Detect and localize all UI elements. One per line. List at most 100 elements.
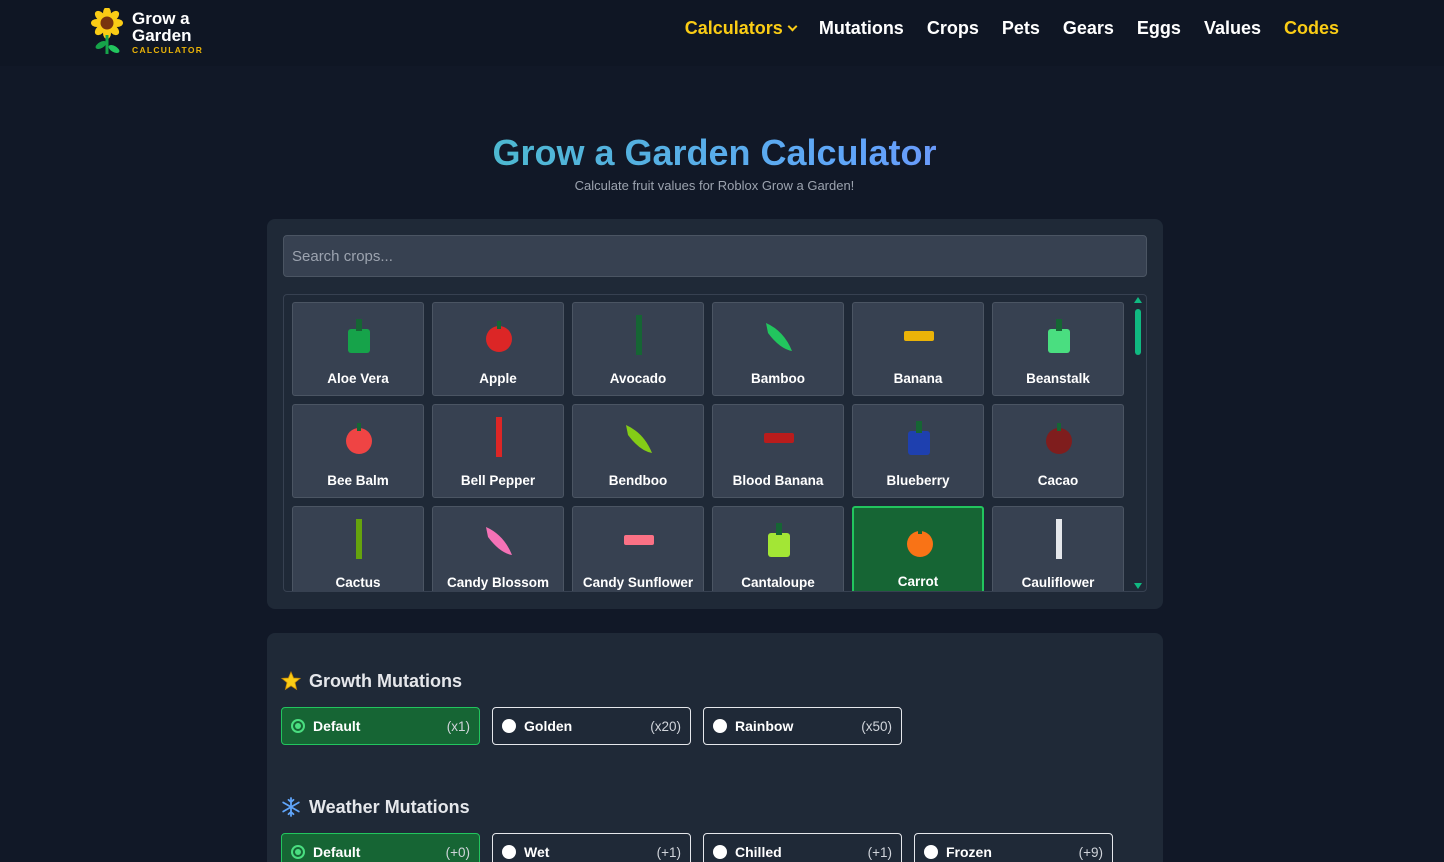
crop-image xyxy=(904,331,934,341)
mutation-label: Default xyxy=(313,718,361,734)
nav-calculators-label: Calculators xyxy=(684,18,783,38)
crop-tile[interactable]: Bell Pepper xyxy=(432,404,564,498)
sunflower-icon xyxy=(91,8,123,54)
crop-tile[interactable]: Cactus xyxy=(292,506,424,591)
crop-image xyxy=(624,535,654,545)
nav-pets[interactable]: Pets xyxy=(1002,18,1040,39)
crop-tile-label: Candy Blossom xyxy=(446,575,550,590)
crop-image xyxy=(496,417,502,457)
weather-mutation-option[interactable]: Chilled (+1) xyxy=(703,833,902,862)
crop-image xyxy=(486,527,512,555)
weather-mutation-option[interactable]: Default (+0) xyxy=(281,833,480,862)
radio-button[interactable] xyxy=(502,845,516,859)
main-nav: Calculators Mutations Crops Pets Gears E… xyxy=(685,18,1339,39)
growth-mutations-heading: Growth Mutations xyxy=(281,669,1147,693)
crop-tile[interactable]: Bendboo xyxy=(572,404,704,498)
crop-tile-label: Bamboo xyxy=(751,371,805,386)
nav-eggs[interactable]: Eggs xyxy=(1137,18,1181,39)
nav-codes[interactable]: Codes xyxy=(1284,18,1339,39)
growth-mutations-title: Growth Mutations xyxy=(309,670,462,691)
crop-tile[interactable]: Banana xyxy=(852,302,984,396)
crop-tile[interactable]: Candy Blossom xyxy=(432,506,564,591)
page-subtitle: Calculate fruit values for Roblox Grow a… xyxy=(574,178,855,193)
star-icon xyxy=(281,671,301,691)
logo-line-1: Grow a xyxy=(132,8,190,28)
weather-mutation-options: Default (+0) Wet (+1) Chilled (+1) Frozen (+9) xyxy=(281,833,1147,862)
crop-image xyxy=(346,423,372,454)
crop-tile-label: Bendboo xyxy=(608,473,668,488)
crop-search-input[interactable] xyxy=(283,235,1147,277)
nav-mutations[interactable]: Mutations xyxy=(819,18,904,39)
crop-tile[interactable]: Cantaloupe xyxy=(712,506,844,591)
mutation-label: Wet xyxy=(524,844,550,860)
radio-button[interactable] xyxy=(291,845,305,859)
mutation-multiplier: (x1) xyxy=(446,718,470,734)
crop-grid: Aloe Vera Apple Avocado Bamboo Banana Beansta… xyxy=(292,302,1124,591)
crop-image xyxy=(348,319,370,353)
growth-mutation-option[interactable]: Rainbow (x50) xyxy=(703,707,902,745)
logo-text: Grow a Garden CALCULATOR xyxy=(132,10,203,55)
crop-tile-label: Banana xyxy=(893,371,943,386)
weather-mutation-option[interactable]: Wet (+1) xyxy=(492,833,691,862)
radio-button[interactable] xyxy=(291,719,305,733)
mutation-label: Rainbow xyxy=(735,718,794,734)
logo-line-2: Garden xyxy=(132,25,192,45)
crop-grid-scrollbar[interactable] xyxy=(1134,297,1142,589)
crop-image xyxy=(486,321,512,352)
nav-calculators[interactable]: Calculators xyxy=(684,18,798,39)
mutation-multiplier: (+9) xyxy=(1078,844,1103,860)
top-navbar: Grow a Garden CALCULATOR Calculators Mut… xyxy=(0,0,1444,66)
nav-values[interactable]: Values xyxy=(1204,18,1261,39)
scrollbar-thumb[interactable] xyxy=(1135,309,1141,355)
crop-tile[interactable]: Beanstalk xyxy=(992,302,1124,396)
crop-tile[interactable]: Bee Balm xyxy=(292,404,424,498)
crop-tile-label: Cactus xyxy=(335,575,381,590)
crop-tile[interactable]: Cauliflower xyxy=(992,506,1124,591)
crop-tile-label: Cantaloupe xyxy=(741,575,815,590)
crop-image xyxy=(768,523,790,557)
weather-mutation-option[interactable]: Frozen (+9) xyxy=(914,833,1113,862)
crop-tile-label: Blueberry xyxy=(886,473,950,488)
crop-image xyxy=(907,526,933,557)
crop-tile-label: Cauliflower xyxy=(1021,575,1095,590)
crop-tile[interactable]: Blueberry xyxy=(852,404,984,498)
growth-mutation-options: Default (x1) Golden (x20) Rainbow (x50) xyxy=(281,707,1147,745)
chevron-down-icon xyxy=(787,21,798,32)
snowflake-icon xyxy=(282,797,300,817)
crop-image xyxy=(356,519,362,559)
nav-crops[interactable]: Crops xyxy=(927,18,979,39)
scroll-up-arrow-icon[interactable] xyxy=(1134,297,1142,303)
crop-tile[interactable]: Cacao xyxy=(992,404,1124,498)
crop-tile-label: Avocado xyxy=(609,371,667,386)
radio-button[interactable] xyxy=(713,845,727,859)
growth-mutation-option[interactable]: Golden (x20) xyxy=(492,707,691,745)
mutation-multiplier: (+1) xyxy=(867,844,892,860)
radio-button[interactable] xyxy=(924,845,938,859)
crop-tile[interactable]: Blood Banana xyxy=(712,404,844,498)
scroll-down-arrow-icon[interactable] xyxy=(1134,583,1142,589)
mutations-panel: Growth Mutations Default (x1) Golden (x20) R… xyxy=(267,633,1163,862)
crop-tile[interactable]: Aloe Vera xyxy=(292,302,424,396)
growth-mutation-option[interactable]: Default (x1) xyxy=(281,707,480,745)
crop-tile-label: Blood Banana xyxy=(732,473,824,488)
crop-image xyxy=(908,421,930,455)
crop-grid-container[interactable]: Aloe Vera Apple Avocado Bamboo Banana Beansta… xyxy=(283,294,1147,592)
radio-button[interactable] xyxy=(713,719,727,733)
crop-image xyxy=(1056,519,1062,559)
mutation-label: Chilled xyxy=(735,844,782,860)
nav-gears[interactable]: Gears xyxy=(1063,18,1114,39)
crop-tile[interactable]: Bamboo xyxy=(712,302,844,396)
crop-tile-label: Cacao xyxy=(1037,473,1079,488)
logo-subtitle: CALCULATOR xyxy=(132,44,204,55)
mutation-multiplier: (x20) xyxy=(650,718,681,734)
crop-tile[interactable]: Carrot xyxy=(852,506,984,591)
crop-image xyxy=(636,315,642,355)
page-title: Grow a Garden Calculator xyxy=(0,132,1429,174)
site-logo[interactable]: Grow a Garden CALCULATOR xyxy=(90,6,203,58)
crop-tile[interactable]: Candy Sunflower xyxy=(572,506,704,591)
crop-tile-label: Bell Pepper xyxy=(460,473,536,488)
radio-button[interactable] xyxy=(502,719,516,733)
crop-tile[interactable]: Avocado xyxy=(572,302,704,396)
crop-tile[interactable]: Apple xyxy=(432,302,564,396)
mutation-multiplier: (+0) xyxy=(445,844,470,860)
